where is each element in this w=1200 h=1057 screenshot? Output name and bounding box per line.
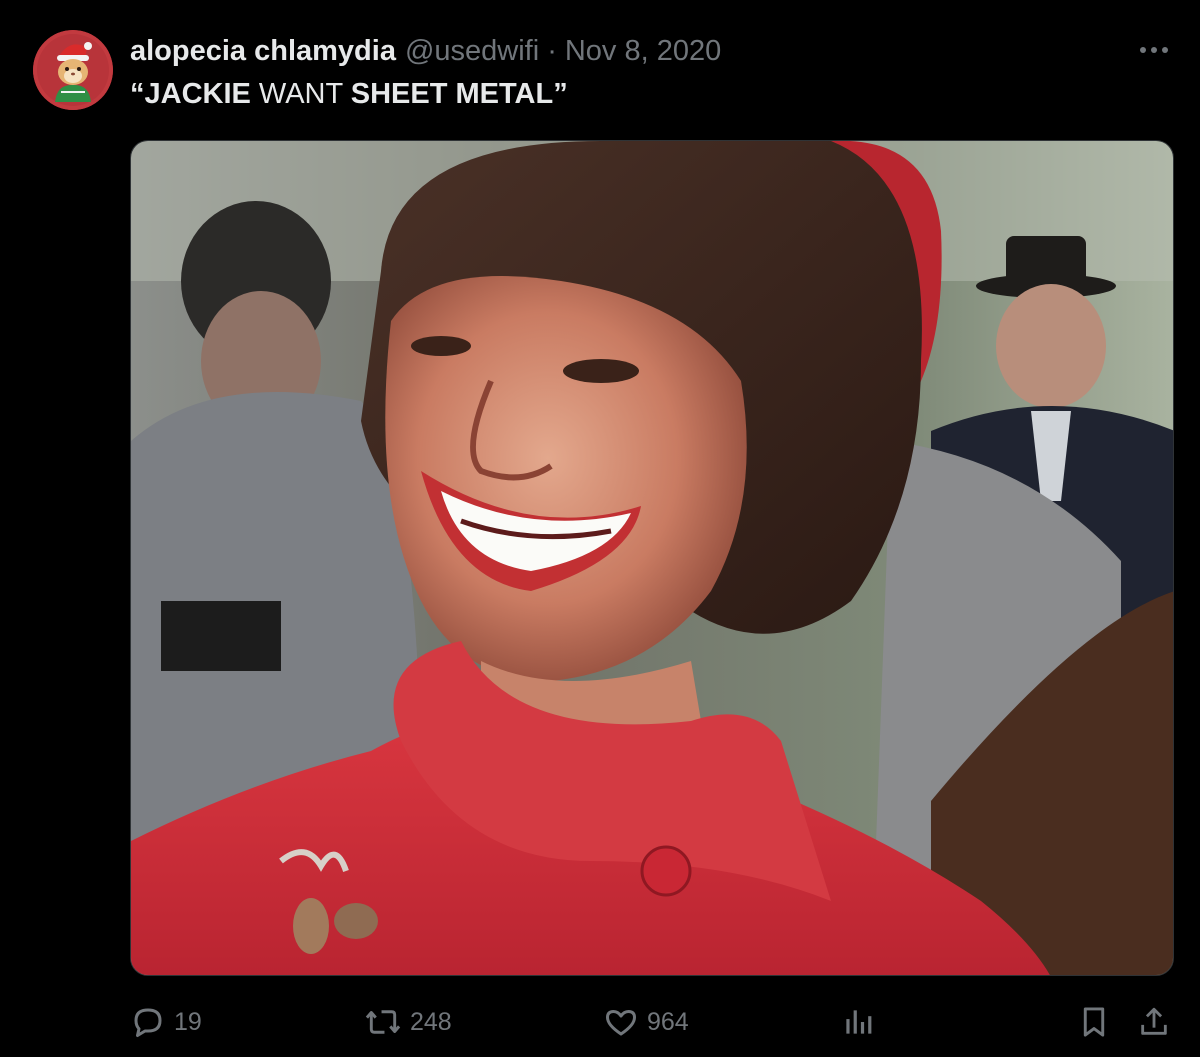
retweet-icon [365, 1010, 401, 1034]
views-bar-chart-icon [846, 1010, 872, 1034]
reply-icon [134, 1008, 162, 1037]
like-button[interactable]: 964 [603, 1000, 689, 1044]
more-dots-icon [1140, 47, 1168, 53]
display-name[interactable]: alopecia chlamydia [130, 35, 396, 68]
reply-button[interactable]: 19 [130, 1000, 202, 1044]
tweet-text: “JACKIE WANT SHEET METAL” [130, 78, 568, 111]
retweet-button[interactable]: 248 [364, 1000, 452, 1044]
header-separator: · [547, 34, 557, 67]
tweet-card: alopecia chlamydia @usedwifi · Nov 8, 20… [0, 0, 1200, 1057]
user-handle[interactable]: @usedwifi [405, 35, 539, 68]
views-button[interactable] [842, 1000, 882, 1044]
heart-icon [606, 1010, 636, 1036]
avatar-image [33, 30, 113, 110]
like-count: 964 [647, 1007, 689, 1036]
reply-count: 19 [174, 1007, 202, 1036]
tweet-header: alopecia chlamydia @usedwifi · Nov 8, 20… [130, 33, 721, 69]
bookmark-button[interactable] [1078, 1000, 1110, 1044]
tweet-photo[interactable] [130, 140, 1174, 976]
avatar[interactable] [33, 30, 113, 110]
retweet-count: 248 [410, 1007, 452, 1036]
more-options-button[interactable] [1136, 36, 1172, 64]
tweet-text-close-quote: ” [553, 78, 568, 110]
tweet-actions: 19 248 964 [130, 1000, 1174, 1044]
tweet-text-bold-2: SHEET METAL [350, 78, 554, 110]
tweet-text-bold-1: JACKIE [144, 78, 251, 110]
photo-image [131, 141, 1173, 975]
share-upload-icon [1141, 1007, 1167, 1035]
tweet-date[interactable]: Nov 8, 2020 [565, 35, 721, 68]
bookmark-icon [1083, 1007, 1105, 1037]
tweet-text-regular: WANT [250, 78, 351, 110]
tweet-text-open-quote: “ [130, 78, 145, 110]
share-button[interactable] [1137, 1000, 1171, 1044]
